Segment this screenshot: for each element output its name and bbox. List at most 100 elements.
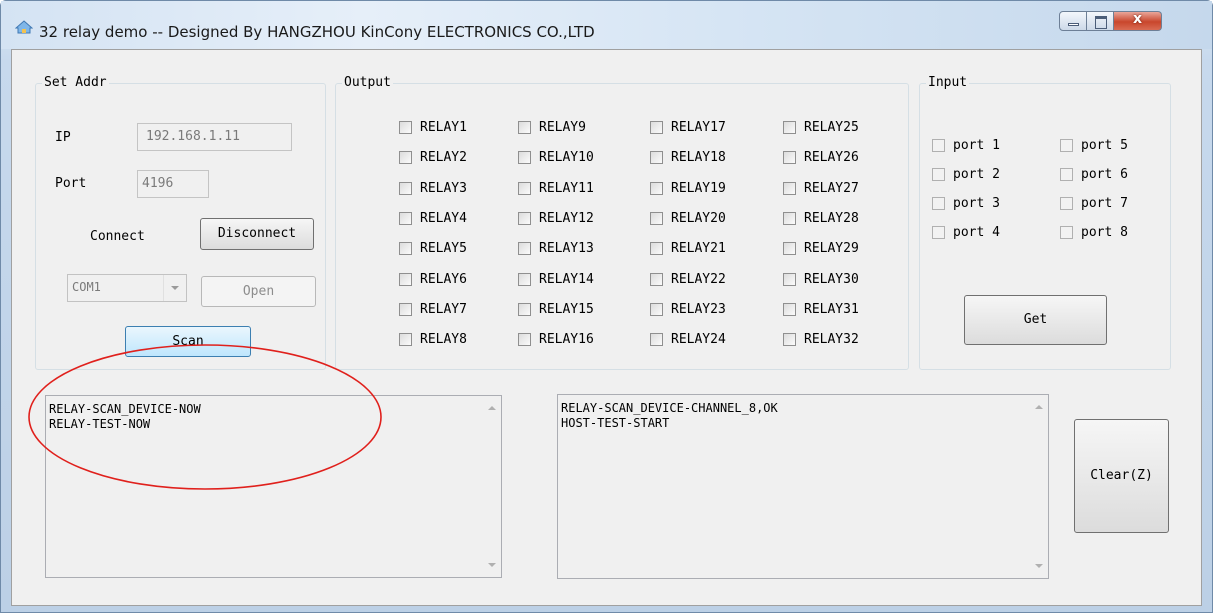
checkbox-square[interactable] [932,139,945,152]
checkbox-square[interactable] [1060,226,1073,239]
relay-checkbox-20[interactable]: RELAY20 [650,211,726,226]
input-port-checkbox-2[interactable]: port 2 [932,167,1000,182]
relay-checkbox-25[interactable]: RELAY25 [783,120,859,135]
checkbox-square[interactable] [399,182,412,195]
checkbox-square[interactable] [932,168,945,181]
checkbox-square[interactable] [399,303,412,316]
port-input[interactable]: 4196 [137,170,209,198]
scroll-down-icon[interactable] [488,563,496,567]
relay-checkbox-23[interactable]: RELAY23 [650,302,726,317]
close-button[interactable]: x [1114,11,1162,31]
relay-checkbox-15[interactable]: RELAY15 [518,302,594,317]
checkbox-square[interactable] [650,121,663,134]
checkbox-square[interactable] [518,303,531,316]
relay-checkbox-29[interactable]: RELAY29 [783,241,859,256]
checkbox-square[interactable] [650,242,663,255]
checkbox-square[interactable] [518,273,531,286]
right-log-textarea[interactable]: RELAY-SCAN_DEVICE-CHANNEL_8,OK HOST-TEST… [557,394,1049,579]
relay-checkbox-18[interactable]: RELAY18 [650,150,726,165]
clear-button[interactable]: Clear(Z) [1074,419,1169,533]
relay-checkbox-1[interactable]: RELAY1 [399,120,467,135]
scroll-up-icon[interactable] [1035,405,1043,409]
relay-checkbox-17[interactable]: RELAY17 [650,120,726,135]
relay-checkbox-9[interactable]: RELAY9 [518,120,586,135]
scroll-up-icon[interactable] [488,406,496,410]
relay-checkbox-27[interactable]: RELAY27 [783,181,859,196]
checkbox-square[interactable] [650,273,663,286]
input-port-checkbox-8[interactable]: port 8 [1060,225,1128,240]
input-port-checkbox-1[interactable]: port 1 [932,138,1000,153]
open-button[interactable]: Open [201,276,316,307]
checkbox-square[interactable] [650,303,663,316]
checkbox-square[interactable] [783,303,796,316]
relay-checkbox-21[interactable]: RELAY21 [650,241,726,256]
input-port-checkbox-6[interactable]: port 6 [1060,167,1128,182]
relay-checkbox-10[interactable]: RELAY10 [518,150,594,165]
relay-checkbox-4[interactable]: RELAY4 [399,211,467,226]
checkbox-square[interactable] [399,151,412,164]
checkbox-square[interactable] [932,226,945,239]
checkbox-square[interactable] [783,273,796,286]
checkbox-square[interactable] [1060,168,1073,181]
ip-input[interactable]: 192.168.1.11 [137,123,292,151]
relay-checkbox-31[interactable]: RELAY31 [783,302,859,317]
relay-checkbox-11[interactable]: RELAY11 [518,181,594,196]
checkbox-square[interactable] [1060,139,1073,152]
relay-checkbox-5[interactable]: RELAY5 [399,241,467,256]
input-port-checkbox-4[interactable]: port 4 [932,225,1000,240]
left-log-textarea[interactable]: RELAY-SCAN_DEVICE-NOW RELAY-TEST-NOW [45,395,502,578]
checkbox-square[interactable] [399,121,412,134]
relay-checkbox-24[interactable]: RELAY24 [650,332,726,347]
checkbox-square[interactable] [1060,197,1073,210]
chevron-down-icon[interactable] [163,275,186,301]
checkbox-square[interactable] [518,151,531,164]
scroll-down-icon[interactable] [1035,564,1043,568]
checkbox-square[interactable] [783,212,796,225]
checkbox-square[interactable] [518,121,531,134]
relay-checkbox-16[interactable]: RELAY16 [518,332,594,347]
checkbox-square[interactable] [783,121,796,134]
checkbox-square[interactable] [650,333,663,346]
input-port-checkbox-7[interactable]: port 7 [1060,196,1128,211]
checkbox-square[interactable] [399,333,412,346]
relay-checkbox-13[interactable]: RELAY13 [518,241,594,256]
left-log-scrollbar[interactable] [484,396,501,577]
checkbox-square[interactable] [783,333,796,346]
relay-checkbox-6[interactable]: RELAY6 [399,272,467,287]
disconnect-button[interactable]: Disconnect [200,218,314,250]
checkbox-square[interactable] [399,273,412,286]
checkbox-square[interactable] [518,212,531,225]
relay-checkbox-14[interactable]: RELAY14 [518,272,594,287]
title-bar[interactable]: 32 relay demo -- Designed By HANGZHOU Ki… [1,1,1212,49]
com-port-select[interactable]: COM1 [67,274,187,302]
checkbox-square[interactable] [399,242,412,255]
minimize-button[interactable] [1059,11,1087,31]
input-port-checkbox-3[interactable]: port 3 [932,196,1000,211]
get-button[interactable]: Get [964,295,1107,345]
checkbox-square[interactable] [932,197,945,210]
scan-button[interactable]: Scan [125,326,251,357]
relay-checkbox-7[interactable]: RELAY7 [399,302,467,317]
relay-checkbox-8[interactable]: RELAY8 [399,332,467,347]
right-log-scrollbar[interactable] [1031,395,1048,578]
checkbox-square[interactable] [399,212,412,225]
checkbox-square[interactable] [650,212,663,225]
checkbox-square[interactable] [650,182,663,195]
relay-checkbox-32[interactable]: RELAY32 [783,332,859,347]
relay-checkbox-30[interactable]: RELAY30 [783,272,859,287]
checkbox-square[interactable] [783,151,796,164]
relay-checkbox-26[interactable]: RELAY26 [783,150,859,165]
checkbox-square[interactable] [783,242,796,255]
relay-checkbox-19[interactable]: RELAY19 [650,181,726,196]
checkbox-square[interactable] [518,242,531,255]
checkbox-square[interactable] [518,182,531,195]
relay-checkbox-28[interactable]: RELAY28 [783,211,859,226]
relay-checkbox-22[interactable]: RELAY22 [650,272,726,287]
relay-checkbox-2[interactable]: RELAY2 [399,150,467,165]
checkbox-square[interactable] [650,151,663,164]
relay-checkbox-3[interactable]: RELAY3 [399,181,467,196]
checkbox-square[interactable] [518,333,531,346]
checkbox-square[interactable] [783,182,796,195]
relay-checkbox-12[interactable]: RELAY12 [518,211,594,226]
input-port-checkbox-5[interactable]: port 5 [1060,138,1128,153]
